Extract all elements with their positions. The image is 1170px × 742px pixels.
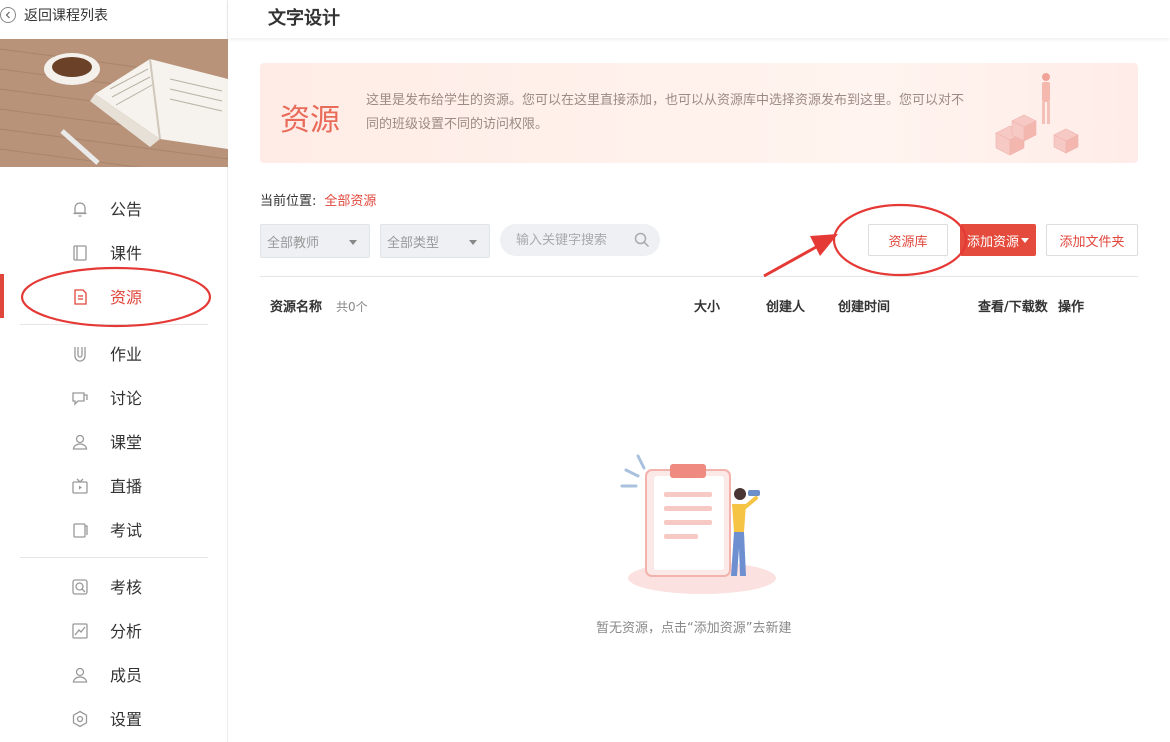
add-resource-label: 添加资源 — [966, 234, 1019, 250]
sidebar-item-homework[interactable]: 作业 — [0, 331, 228, 375]
banner-description: 这里是发布给学生的资源。您可以在这里直接添加，也可以从资源库中选择资源发布到这里… — [366, 93, 965, 132]
breadcrumb: 当前位置: 全部资源 — [260, 190, 376, 209]
search-input[interactable] — [516, 232, 634, 248]
analysis-icon — [70, 621, 90, 641]
sidebar-item-label: 考核 — [110, 578, 143, 597]
empty-state-text: 暂无资源，点击“添加资源”去新建 — [596, 621, 792, 636]
column-header-creator: 创建人 — [766, 300, 806, 315]
resource-icon — [70, 287, 90, 307]
empty-state-illustration — [620, 454, 776, 594]
add-resource-button[interactable]: 添加资源 — [960, 224, 1036, 256]
course-cover-image — [0, 39, 228, 167]
sidebar-item-exam[interactable]: 考试 — [0, 507, 228, 551]
sidebar-item-courseware[interactable]: 课件 — [0, 230, 228, 274]
sidebar-item-label: 讨论 — [110, 389, 143, 408]
sidebar-item-label: 课堂 — [110, 433, 143, 452]
caret-down-icon — [349, 240, 357, 245]
type-select-value: 全部类型 — [387, 235, 440, 251]
sidebar-item-classroom[interactable]: 课堂 — [0, 419, 228, 463]
breadcrumb-label: 当前位置: — [260, 194, 317, 209]
resource-library-button[interactable]: 资源库 — [868, 224, 948, 256]
annotation-arrow-head — [810, 234, 838, 256]
toolbar-divider — [260, 276, 1138, 277]
sidebar-item-live[interactable]: 直播 — [0, 463, 228, 507]
resource-banner: 资源 这里是发布给学生的资源。您可以在这里直接添加，也可以从资源库中选择资源发布… — [260, 63, 1138, 163]
sidebar-item-announcement[interactable]: 公告 — [0, 186, 228, 230]
annotation-arrow-shaft — [763, 244, 819, 278]
sidebar-item-discussion[interactable]: 讨论 — [0, 375, 228, 419]
search-box — [500, 224, 660, 256]
teacher-select-value: 全部教师 — [267, 235, 320, 251]
sidebar-item-label: 课件 — [110, 244, 143, 263]
sidebar-divider — [20, 324, 208, 325]
column-header-created-time: 创建时间 — [838, 300, 891, 315]
back-label: 返回课程列表 — [24, 8, 108, 24]
back-arrow-icon — [0, 7, 16, 23]
caret-down-icon — [1021, 237, 1029, 243]
sidebar-nav: 公告 课件 资源 作业 讨论 课堂 直播 考试 考核 分析 成员 设置 — [0, 186, 228, 740]
resource-count: 共0个 — [336, 300, 368, 314]
back-to-course-list[interactable]: 返回课程列表 — [0, 4, 108, 26]
classroom-icon — [70, 432, 90, 452]
bell-icon — [70, 199, 90, 219]
sidebar-item-label: 设置 — [110, 710, 143, 729]
sidebar-item-members[interactable]: 成员 — [0, 652, 228, 696]
sidebar-divider — [20, 557, 208, 558]
settings-icon — [70, 709, 90, 729]
sidebar-item-label: 直播 — [110, 477, 143, 496]
page-title: 文字设计 — [268, 8, 340, 29]
exam-icon — [70, 520, 90, 540]
sidebar-item-label: 分析 — [110, 622, 143, 641]
type-select[interactable]: 全部类型 — [380, 224, 490, 258]
banner-illustration — [995, 73, 1079, 156]
assessment-icon — [70, 577, 90, 597]
search-icon[interactable] — [634, 232, 650, 252]
homework-icon — [70, 344, 90, 364]
sidebar-item-assessment[interactable]: 考核 — [0, 564, 228, 608]
sidebar: 返回课程列表 公告 课件 资源 作业 讨论 课堂 直播 考试 考核 分析 成员 … — [0, 0, 228, 742]
sidebar-item-resources[interactable]: 资源 — [0, 274, 228, 318]
column-header-ops: 操作 — [1058, 300, 1085, 315]
discussion-icon — [70, 388, 90, 408]
sidebar-item-label: 公告 — [110, 200, 143, 219]
book-icon — [70, 243, 90, 263]
column-header-name: 资源名称 — [270, 300, 323, 315]
top-bar: 文字设计 — [228, 0, 1170, 38]
sidebar-item-settings[interactable]: 设置 — [0, 696, 228, 740]
sidebar-item-label: 资源 — [110, 288, 143, 307]
caret-down-icon — [469, 240, 477, 245]
member-icon — [70, 665, 90, 685]
sidebar-item-analysis[interactable]: 分析 — [0, 608, 228, 652]
banner-title: 资源 — [280, 103, 340, 138]
breadcrumb-current[interactable]: 全部资源 — [324, 194, 376, 209]
sidebar-item-label: 考试 — [110, 521, 143, 540]
live-icon — [70, 476, 90, 496]
app-root: 返回课程列表 公告 课件 资源 作业 讨论 课堂 直播 考试 考核 分析 成员 … — [0, 0, 1170, 742]
column-header-size: 大小 — [694, 300, 721, 315]
sidebar-item-label: 成员 — [110, 666, 143, 685]
teacher-select[interactable]: 全部教师 — [260, 224, 370, 258]
sidebar-item-label: 作业 — [110, 345, 143, 364]
add-folder-button[interactable]: 添加文件夹 — [1046, 224, 1138, 256]
column-header-views: 查看/下载数 — [978, 300, 1048, 315]
